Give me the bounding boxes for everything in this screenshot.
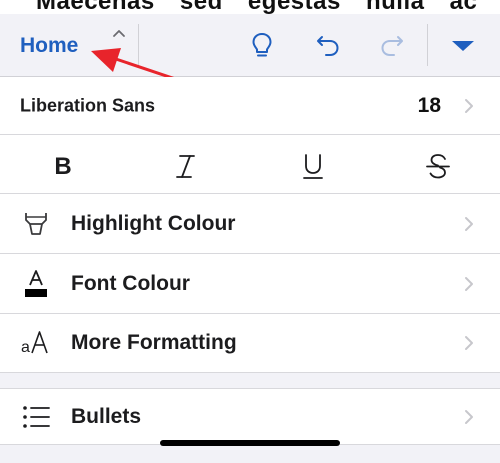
font-name-label: Liberation Sans xyxy=(20,95,156,115)
undo-icon[interactable] xyxy=(313,30,343,60)
document-canvas[interactable]: Maecenas sed egestas nulla ac xyxy=(0,0,500,14)
chevron-right-icon xyxy=(465,336,473,350)
more-formatting-icon: a xyxy=(21,331,48,356)
svg-text:B: B xyxy=(54,153,71,180)
toolbar-divider xyxy=(427,24,428,66)
menu-item-highlight-colour[interactable]: Highlight Colour xyxy=(0,194,500,254)
menu-item-label: Highlight Colour xyxy=(71,211,236,235)
section-gap xyxy=(0,373,500,389)
italic-icon[interactable] xyxy=(166,149,206,183)
home-indicator[interactable] xyxy=(160,440,340,446)
menu-item-label: More Formatting xyxy=(71,331,237,354)
menu-item-bullets[interactable]: Bullets xyxy=(0,389,500,445)
toolbar-divider xyxy=(138,24,139,66)
chevron-right-icon xyxy=(465,409,473,424)
chevron-right-icon xyxy=(465,216,473,231)
font-colour-icon xyxy=(25,269,47,297)
strikethrough-icon[interactable] xyxy=(418,149,458,183)
menu-item-label: Bullets xyxy=(71,404,142,428)
menu-item-font-colour[interactable]: Font Colour xyxy=(0,254,500,314)
highlighter-icon xyxy=(25,212,47,235)
chevron-up-icon[interactable] xyxy=(112,28,126,38)
menu-item-more-formatting[interactable]: a More Formatting xyxy=(0,314,500,373)
dropdown-triangle-icon[interactable] xyxy=(448,30,478,60)
redo-icon[interactable] xyxy=(377,30,407,60)
svg-text:a: a xyxy=(21,339,30,356)
home-tab[interactable]: Home xyxy=(20,34,78,58)
font-size-value[interactable]: 18 xyxy=(418,94,441,118)
menu-item-label: Font Colour xyxy=(71,271,190,295)
text-format-row: B xyxy=(0,135,500,194)
bullets-icon xyxy=(23,405,50,428)
bold-icon[interactable]: B xyxy=(43,149,83,183)
chevron-right-icon xyxy=(465,276,473,291)
ribbon-toolbar: Home xyxy=(0,14,500,77)
lightbulb-icon[interactable] xyxy=(247,30,277,60)
chevron-right-icon xyxy=(465,98,473,113)
underline-icon[interactable] xyxy=(293,149,333,183)
document-text: Maecenas sed egestas nulla ac xyxy=(36,0,478,14)
font-name-row[interactable]: Liberation Sans 18 xyxy=(0,77,500,135)
